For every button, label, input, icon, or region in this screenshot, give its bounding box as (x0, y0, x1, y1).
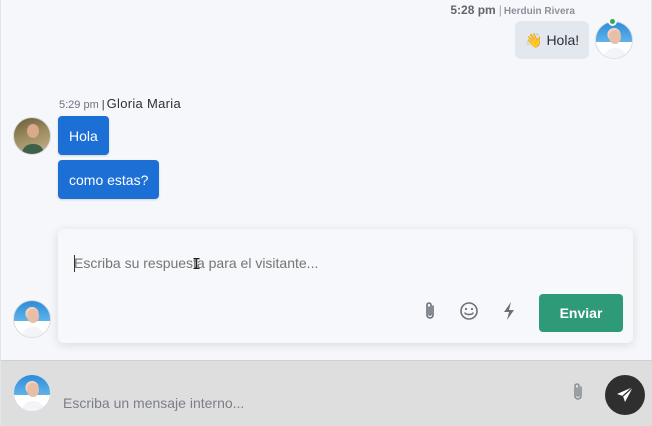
internal-message-input[interactable]: Escriba un mensaje interno... (63, 395, 244, 411)
agent-name: Herduin Rivera (503, 6, 575, 17)
send-internal-button[interactable] (605, 375, 645, 415)
paper-plane-icon (617, 386, 634, 402)
paperclip-icon[interactable] (568, 381, 588, 403)
paperclip-icon[interactable] (419, 300, 441, 322)
text-cursor-icon: I (192, 255, 202, 273)
send-button[interactable]: Enviar (539, 294, 623, 332)
emoji-icon[interactable] (458, 300, 480, 322)
waving-hand-icon: 👋 (525, 31, 543, 48)
agent-message-meta: 5:28 pm | Herduin Rivera (450, 3, 575, 17)
meta-separator: | (101, 99, 105, 111)
visitor-message-text: Hola (69, 127, 98, 144)
visitor-message-meta: 5:29 pm | Gloria Maria (59, 96, 181, 111)
reply-composer: I Enviar (58, 229, 633, 343)
agent-message-text: Hola! (546, 32, 580, 48)
internal-message-bar: Escriba un mensaje interno... (1, 360, 652, 426)
agent-avatar (595, 21, 633, 59)
lightning-icon[interactable] (498, 300, 520, 322)
reply-input[interactable] (74, 255, 604, 271)
visitor-avatar (13, 117, 51, 155)
chat-window: 5:28 pm | Herduin Rivera 👋 Hola! 5:29 pm | G… (0, 0, 652, 426)
agent-message-bubble: 👋 Hola! (515, 21, 590, 59)
meta-separator: | (498, 3, 502, 17)
visitor-message-bubble: Hola (58, 116, 109, 155)
visitor-message-time: 5:29 pm (59, 99, 99, 111)
internal-agent-avatar (13, 374, 51, 412)
composer-agent-avatar (13, 300, 51, 338)
visitor-message-text: como estas? (69, 171, 149, 188)
visitor-name: Gloria Maria (106, 96, 182, 111)
visitor-message-bubble: como estas? (58, 160, 160, 199)
online-status-dot (608, 17, 617, 26)
agent-message-time: 5:28 pm (450, 3, 496, 17)
text-caret (74, 255, 75, 272)
